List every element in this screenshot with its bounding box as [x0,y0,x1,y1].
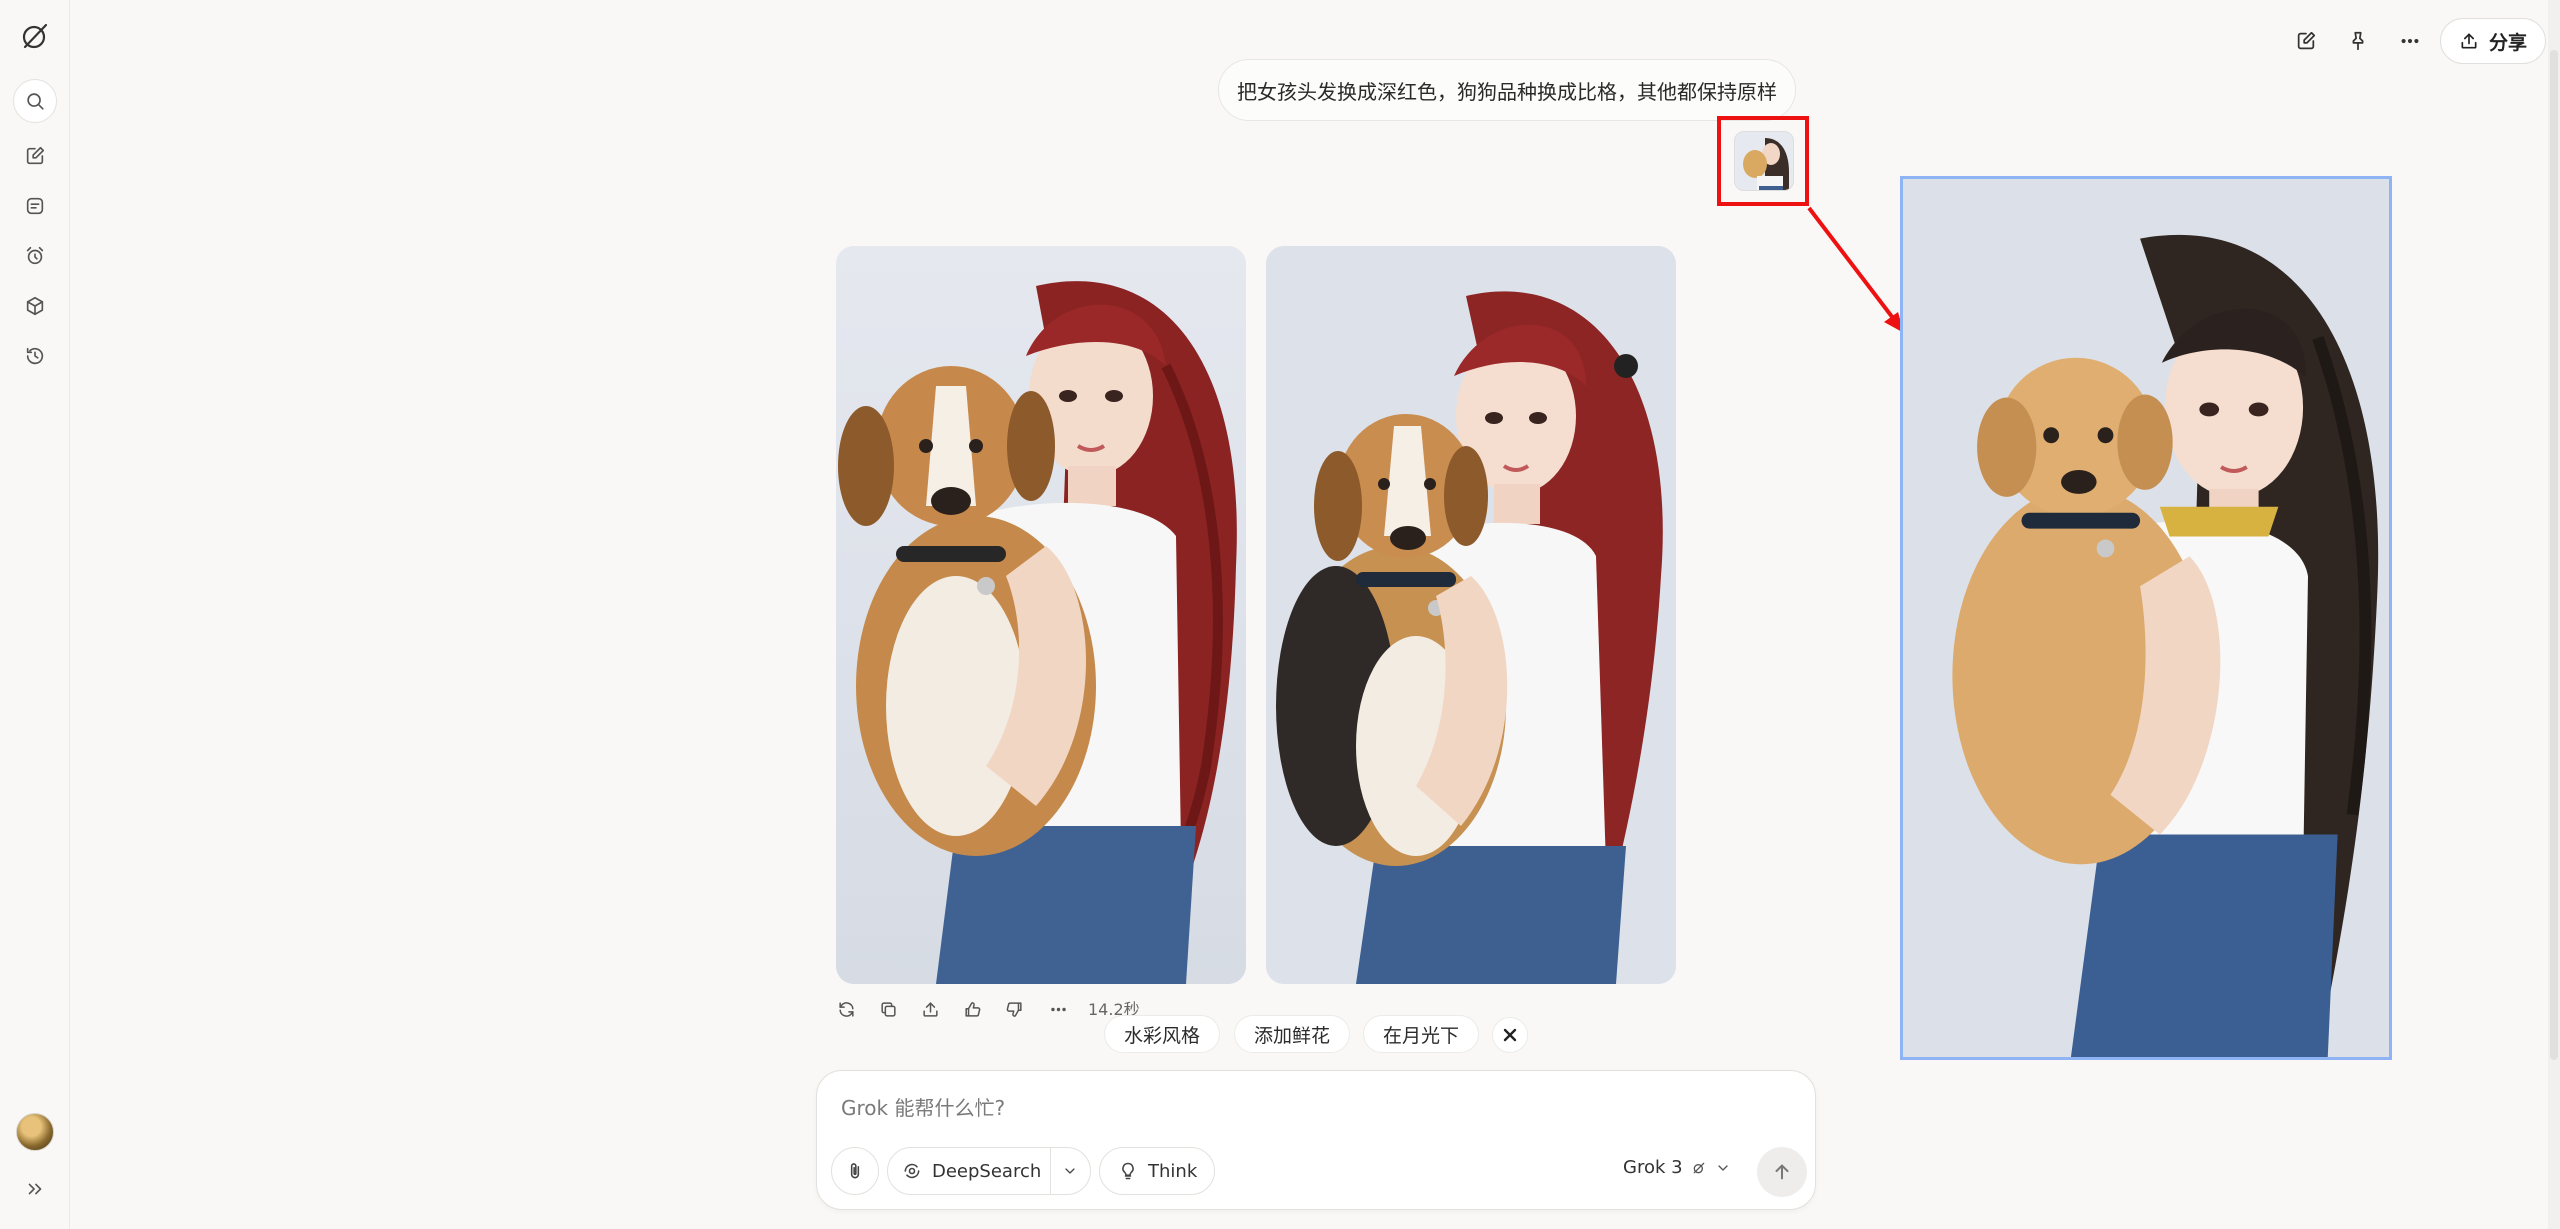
suggestion-chip[interactable]: 在月光下 [1363,1015,1479,1053]
think-button[interactable]: Think [1099,1147,1215,1195]
thumbs-down-icon [1006,1001,1022,1017]
dislike-button[interactable] [999,994,1029,1024]
projects-button[interactable] [13,284,57,328]
grok-logo-icon [22,23,48,49]
deepsearch-icon [904,1163,920,1179]
cube-icon [26,296,44,316]
deepsearch-control: DeepSearch [887,1147,1091,1195]
deepsearch-dropdown[interactable] [1051,1148,1090,1194]
regenerate-button[interactable] [831,994,861,1024]
dismiss-suggestions-button[interactable] [1492,1017,1528,1053]
lightbulb-icon [1122,1162,1134,1180]
user-message: 把女孩头发换成深红色，狗狗品种换成比格，其他都保持原样 [1218,59,1796,121]
deepsearch-label: DeepSearch [932,1160,1042,1182]
generated-image [1266,246,1676,984]
image-preview[interactable] [1900,176,2392,1060]
suggestion-chip[interactable]: 添加鲜花 [1234,1015,1350,1053]
avatar[interactable] [16,1113,54,1151]
model-label: Grok 3 [1623,1157,1683,1178]
generated-image-1[interactable] [836,246,1246,984]
share-response-button[interactable] [915,994,945,1024]
generated-image-2[interactable] [1266,246,1676,984]
highlight-box [1717,116,1809,206]
user-message-text: 把女孩头发换成深红色，狗狗品种换成比格，其他都保持原样 [1237,79,1777,104]
new-chat-button[interactable] [13,134,57,178]
history-button[interactable] [13,334,57,378]
notes-button[interactable] [13,184,57,228]
expand-sidebar-button[interactable] [13,1167,57,1211]
more-icon [1050,1007,1066,1011]
share-label: 分享 [2488,31,2527,54]
arrow-up-icon [1775,1164,1789,1180]
search-button[interactable] [13,79,57,123]
generated-image [836,246,1246,984]
share-button[interactable]: 分享 [2440,18,2546,64]
suggestion-chip[interactable]: 水彩风格 [1104,1015,1220,1053]
attach-button[interactable] [831,1147,879,1195]
scrollbar-thumb[interactable] [2550,50,2558,1060]
chat-composer: DeepSearch Think Grok 3 [816,1070,1816,1210]
upload-icon [2461,33,2477,49]
history-icon [26,347,44,365]
regenerate-icon [838,1001,854,1017]
more-icon [2401,38,2419,44]
pin-button[interactable] [2337,20,2379,62]
chat-input[interactable] [841,1091,1741,1125]
grok-logo-icon[interactable] [13,14,57,58]
pin-icon [2352,31,2364,51]
alarm-icon [26,246,44,265]
copy-button[interactable] [873,994,903,1024]
tasks-button[interactable] [13,234,57,278]
edit-icon [2297,31,2316,50]
edit-icon [26,146,45,165]
paperclip-icon [850,1163,860,1179]
double-chevron-right-icon [28,1183,42,1195]
like-button[interactable] [957,994,987,1024]
edit-button[interactable] [2285,20,2327,62]
share-icon [922,1001,938,1017]
thumbs-up-icon [964,1001,980,1017]
think-label: Think [1148,1160,1198,1182]
notes-icon [26,197,44,215]
copy-icon [880,1001,896,1017]
close-icon [1503,1028,1517,1042]
model-badge-icon [1693,1162,1704,1173]
search-icon [27,93,44,110]
sidebar [0,0,70,1229]
preview-image [1903,179,2389,1057]
chevron-down-icon [1065,1168,1075,1174]
more-actions-button[interactable] [1043,994,1073,1024]
deepsearch-button[interactable]: DeepSearch [902,1161,1050,1182]
more-button[interactable] [2389,20,2431,62]
model-selector[interactable]: Grok 3 [1623,1157,1731,1178]
chevron-down-icon [1717,1164,1728,1171]
send-button[interactable] [1757,1147,1807,1197]
